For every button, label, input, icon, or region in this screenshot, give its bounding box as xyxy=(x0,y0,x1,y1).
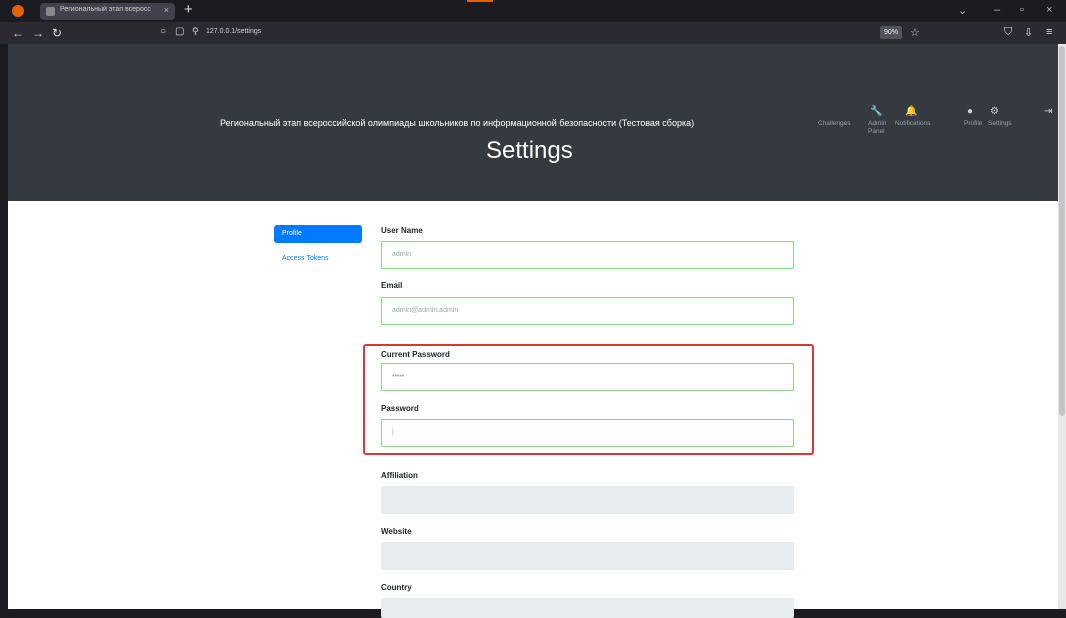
page-title: Settings xyxy=(486,137,573,164)
pocket-icon[interactable]: ⛉ xyxy=(1004,26,1012,39)
username-input[interactable]: admin xyxy=(381,241,794,269)
minimize-icon[interactable]: – xyxy=(994,4,1000,16)
current-password-input[interactable]: ••••• xyxy=(381,363,794,391)
zoom-indicator[interactable]: 90% xyxy=(880,26,902,39)
nav-challenges[interactable]: Challenges xyxy=(818,120,851,127)
nav-settings[interactable]: Settings xyxy=(988,120,1012,127)
affiliation-label: Affiliation xyxy=(381,471,418,480)
admin-wrench-icon: 🔧 xyxy=(870,106,883,117)
page-scrollbar[interactable] xyxy=(1058,44,1066,609)
password-label: Password xyxy=(381,404,419,413)
site-title[interactable]: Региональный этап всероссийской олимпиад… xyxy=(220,118,694,128)
tab-list-icon[interactable]: ⌄ xyxy=(958,4,967,17)
email-input[interactable]: admin@admin.admin xyxy=(381,297,794,325)
website-label: Website xyxy=(381,527,412,536)
current-password-label: Current Password xyxy=(381,350,450,359)
settings-gear-icon: ⚙ xyxy=(990,106,999,117)
downloads-icon[interactable]: ⇩ xyxy=(1024,26,1033,39)
browser-tab-bar: Региональный этап всеросс × + ⌄ – ▫ × xyxy=(0,0,1066,22)
page-icon[interactable]: ▢ xyxy=(175,26,184,37)
maximize-icon[interactable]: ▫ xyxy=(1020,4,1024,16)
website-input[interactable] xyxy=(381,542,794,570)
notifications-bell-icon: 🔔 xyxy=(905,106,918,117)
permissions-icon[interactable]: ⚲ xyxy=(192,26,199,37)
menu-icon[interactable]: ≡ xyxy=(1046,26,1052,38)
profile-user-icon: ● xyxy=(967,106,974,117)
firefox-logo-icon xyxy=(12,5,24,17)
url-bar[interactable]: 127.0.0.1/settings xyxy=(206,28,261,35)
logout-icon: ⇥ xyxy=(1044,106,1053,117)
close-window-icon[interactable]: × xyxy=(1046,4,1052,16)
nav-profile[interactable]: Profile xyxy=(964,120,982,127)
reload-icon[interactable]: ↻ xyxy=(52,26,62,40)
country-select[interactable] xyxy=(381,598,794,618)
tab-profile[interactable]: Profile xyxy=(274,225,362,243)
affiliation-input[interactable] xyxy=(381,486,794,514)
scrollbar-thumb[interactable] xyxy=(1059,46,1065,416)
forward-icon[interactable]: → xyxy=(32,26,44,40)
tab-accent xyxy=(467,0,493,2)
tab-favicon-icon xyxy=(46,7,55,16)
nav-admin-panel[interactable]: Admin Panel xyxy=(868,120,888,136)
tab-close-icon[interactable]: × xyxy=(164,5,169,15)
password-input[interactable]: | xyxy=(381,419,794,447)
tab-title: Региональный этап всеросс xyxy=(60,6,151,13)
new-tab-icon[interactable]: + xyxy=(184,1,193,18)
email-label: Email xyxy=(381,281,403,290)
username-label: User Name xyxy=(381,226,423,235)
nav-notifications[interactable]: Notifications xyxy=(895,120,930,127)
back-icon[interactable]: ← xyxy=(12,26,24,40)
browser-tab[interactable]: Региональный этап всеросс × xyxy=(40,3,175,20)
browser-nav-bar: ← → ↻ ○ ▢ ⚲ 127.0.0.1/settings 90% ☆ ⛉ ⇩… xyxy=(0,22,1066,44)
country-label: Country xyxy=(381,583,412,592)
shield-icon[interactable]: ○ xyxy=(160,26,166,37)
bookmark-star-icon[interactable]: ☆ xyxy=(910,26,920,39)
tab-access-tokens[interactable]: Access Tokens xyxy=(282,255,329,262)
